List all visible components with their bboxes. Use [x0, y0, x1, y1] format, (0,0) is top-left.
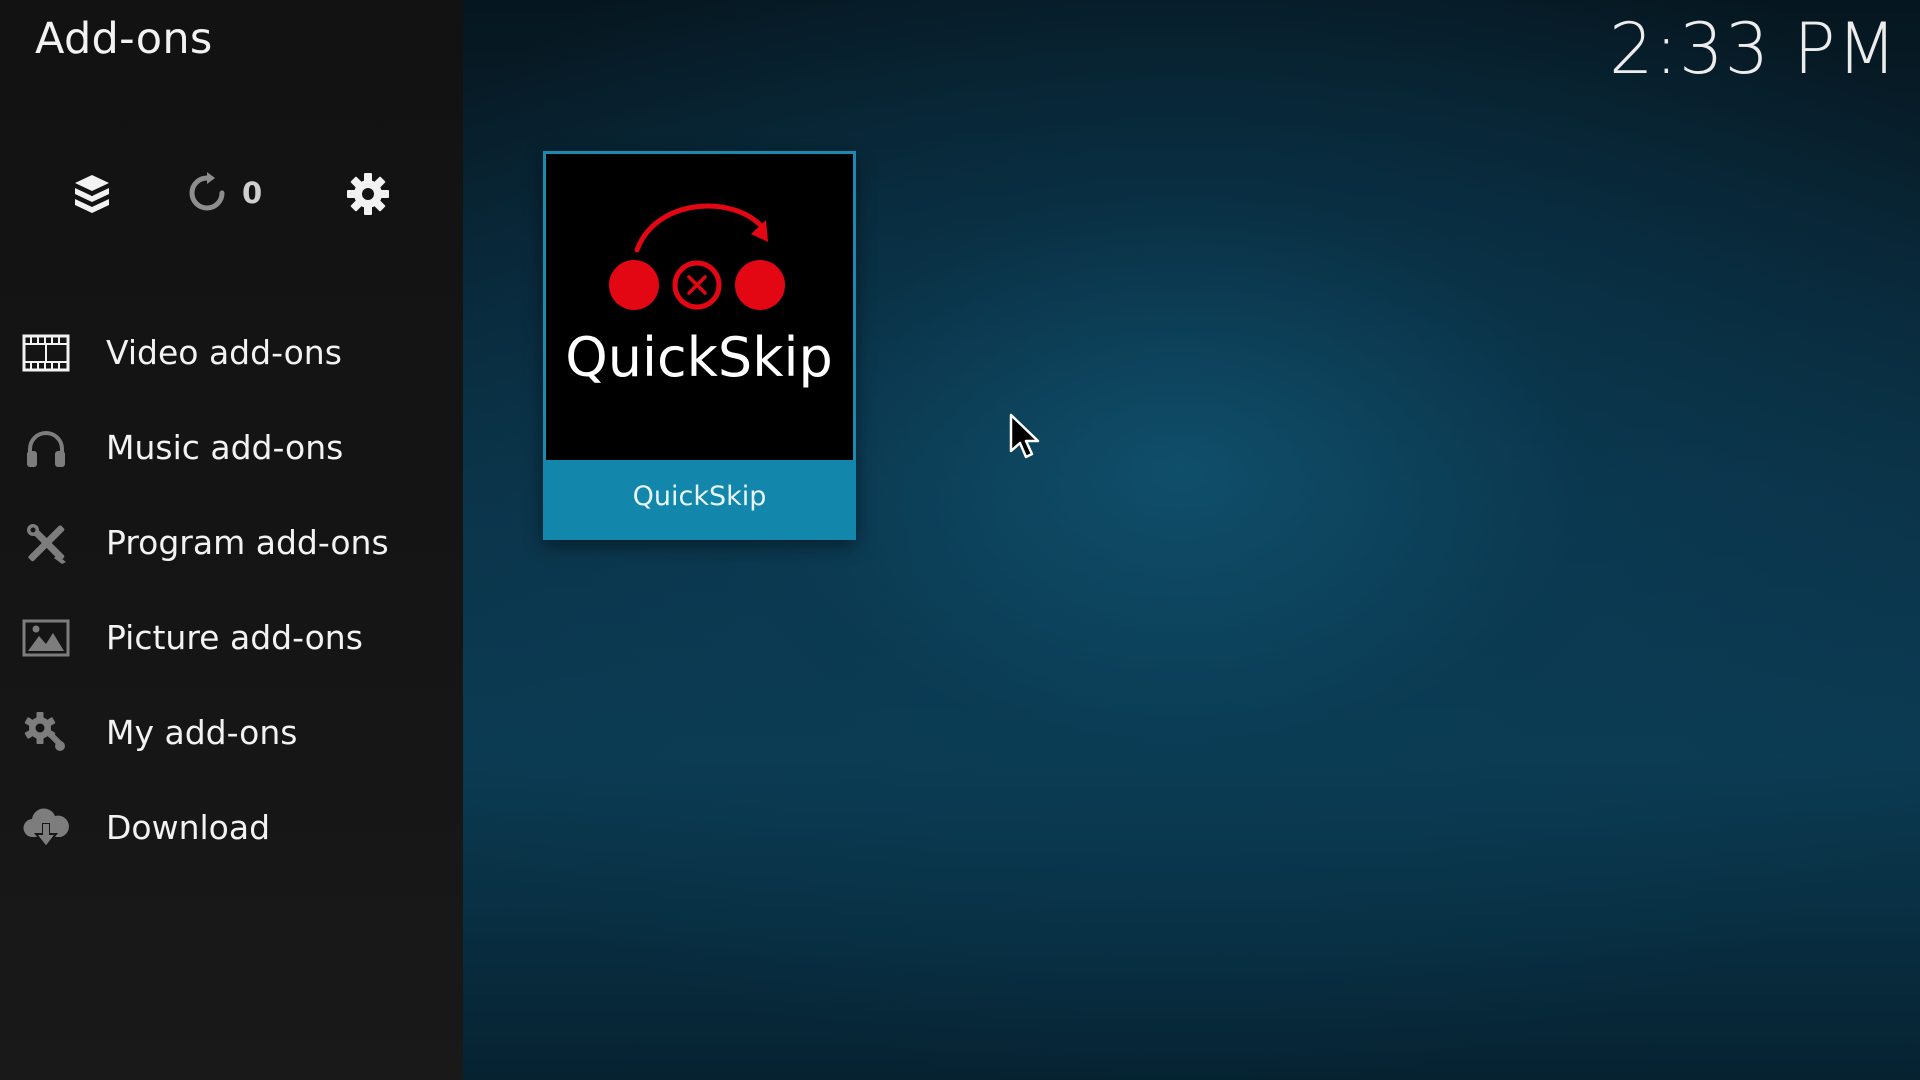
- quickskip-logo: QuickSkip: [565, 203, 833, 389]
- sidebar-item-program-addons[interactable]: Program add-ons: [0, 495, 463, 590]
- updates-count: 0: [242, 176, 263, 210]
- page-title: Add-ons: [35, 14, 213, 64]
- addon-tile-quickskip[interactable]: QuickSkip QuickSkip: [543, 151, 856, 540]
- sidebar-item-picture-addons[interactable]: Picture add-ons: [0, 590, 463, 685]
- sidebar-item-label: My add-ons: [106, 713, 298, 752]
- picture-icon: [20, 612, 72, 664]
- sidebar-item-label: Program add-ons: [106, 523, 389, 562]
- tools-icon: [20, 517, 72, 569]
- headphones-icon: [20, 422, 72, 474]
- sidebar: Add-ons 0 Video add-ons Music add-ons Pr…: [0, 0, 463, 1080]
- kodi-addons-screen: Add-ons 0 Video add-ons Music add-ons Pr…: [0, 0, 1920, 1080]
- sidebar-item-label: Picture add-ons: [106, 618, 363, 657]
- cloud-download-icon: [20, 802, 72, 854]
- addon-thumbnail: QuickSkip: [543, 151, 856, 460]
- logo-text: QuickSkip: [565, 326, 833, 389]
- refresh-icon: [186, 172, 228, 214]
- sidebar-item-label: Download: [106, 808, 271, 847]
- addon-name: QuickSkip: [543, 460, 856, 540]
- gears-icon: [20, 707, 72, 759]
- gear-icon: [346, 172, 390, 216]
- settings-button[interactable]: [346, 172, 390, 216]
- sidebar-item-download[interactable]: Download: [0, 780, 463, 875]
- addon-browser-button[interactable]: [70, 172, 114, 216]
- check-updates-button[interactable]: 0: [186, 172, 262, 214]
- sidebar-toolbar: 0: [0, 168, 463, 220]
- sidebar-item-label: Music add-ons: [106, 428, 344, 467]
- film-strip-icon: [20, 327, 72, 379]
- mouse-pointer-icon: [1009, 413, 1041, 465]
- sidebar-item-video-addons[interactable]: Video add-ons: [0, 305, 463, 400]
- open-box-icon: [70, 172, 114, 216]
- sidebar-menu: Video add-ons Music add-ons Program add-…: [0, 305, 463, 875]
- clock: 2:33 PM: [1608, 8, 1898, 90]
- sidebar-item-music-addons[interactable]: Music add-ons: [0, 400, 463, 495]
- sidebar-item-label: Video add-ons: [106, 333, 342, 372]
- sidebar-item-my-addons[interactable]: My add-ons: [0, 685, 463, 780]
